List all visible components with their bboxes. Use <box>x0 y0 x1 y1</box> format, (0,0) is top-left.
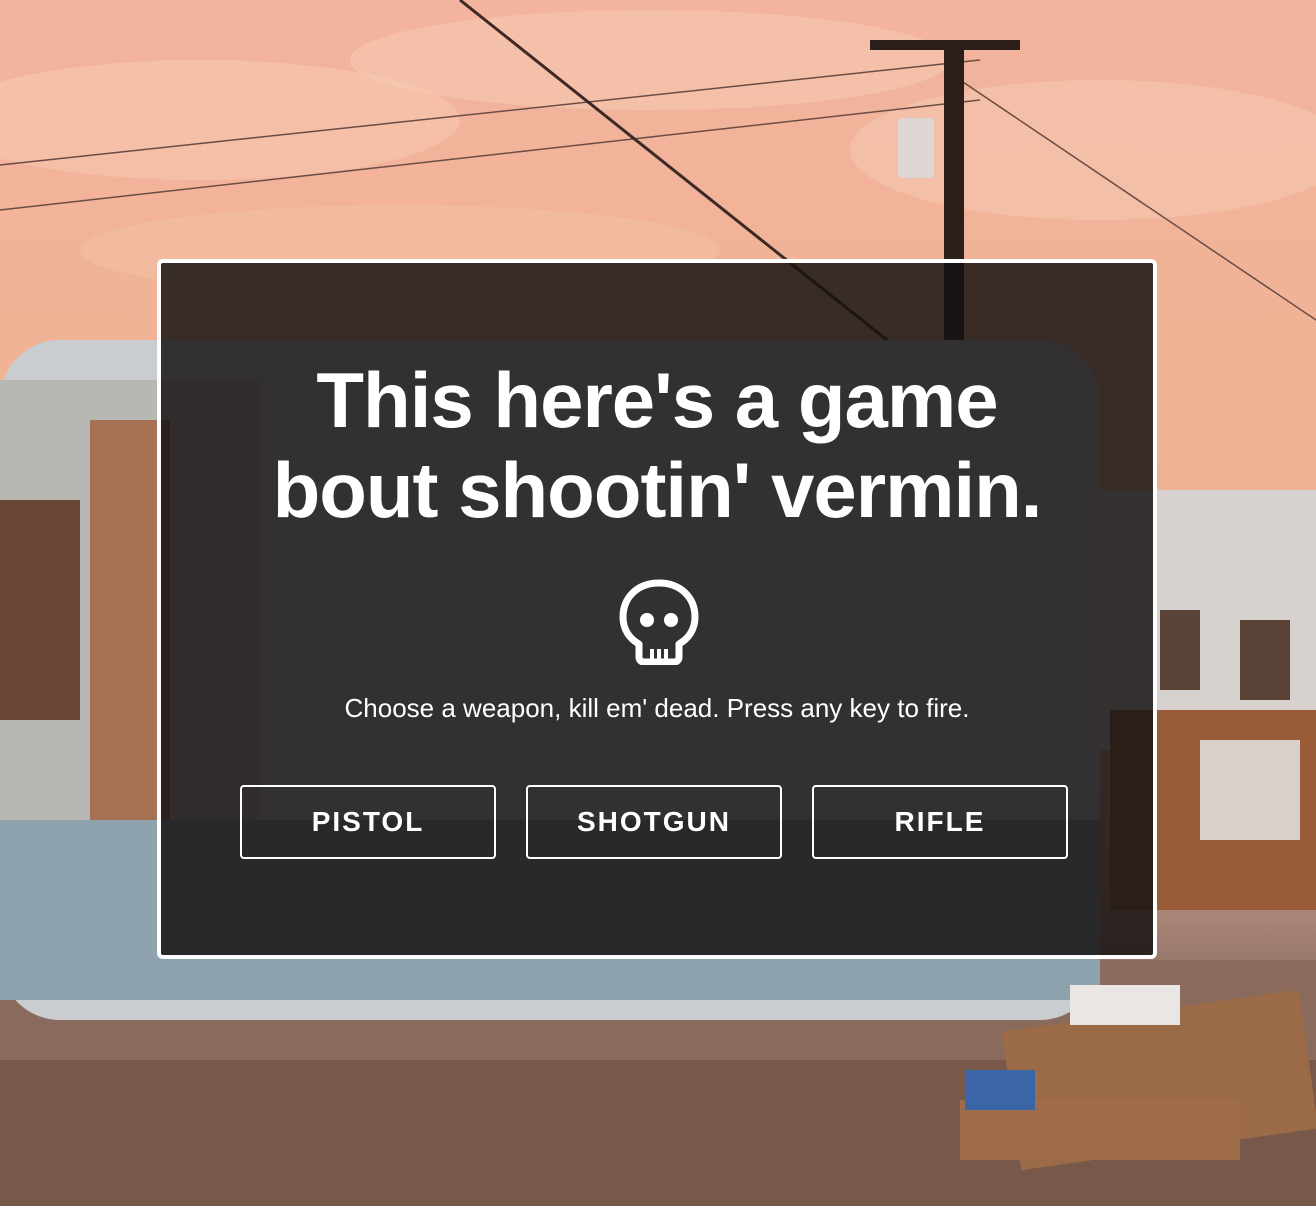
pistol-button[interactable]: PISTOL <box>240 785 496 859</box>
title-line-2: bout shootin' vermin. <box>272 446 1043 534</box>
instructions-text: Choose a weapon, kill em' dead. Press an… <box>344 693 970 723</box>
start-dialog: This here's a game bout shootin' vermin.… <box>157 259 1157 959</box>
shotgun-button[interactable]: SHOTGUN <box>526 785 782 859</box>
skull-icon <box>619 579 699 665</box>
rifle-button[interactable]: RIFLE <box>812 785 1068 859</box>
game-scene: This here's a game bout shootin' vermin.… <box>0 0 1316 1206</box>
title-line-1: This here's a game <box>316 356 998 444</box>
game-title: This here's a game bout shootin' vermin. <box>161 355 1153 535</box>
